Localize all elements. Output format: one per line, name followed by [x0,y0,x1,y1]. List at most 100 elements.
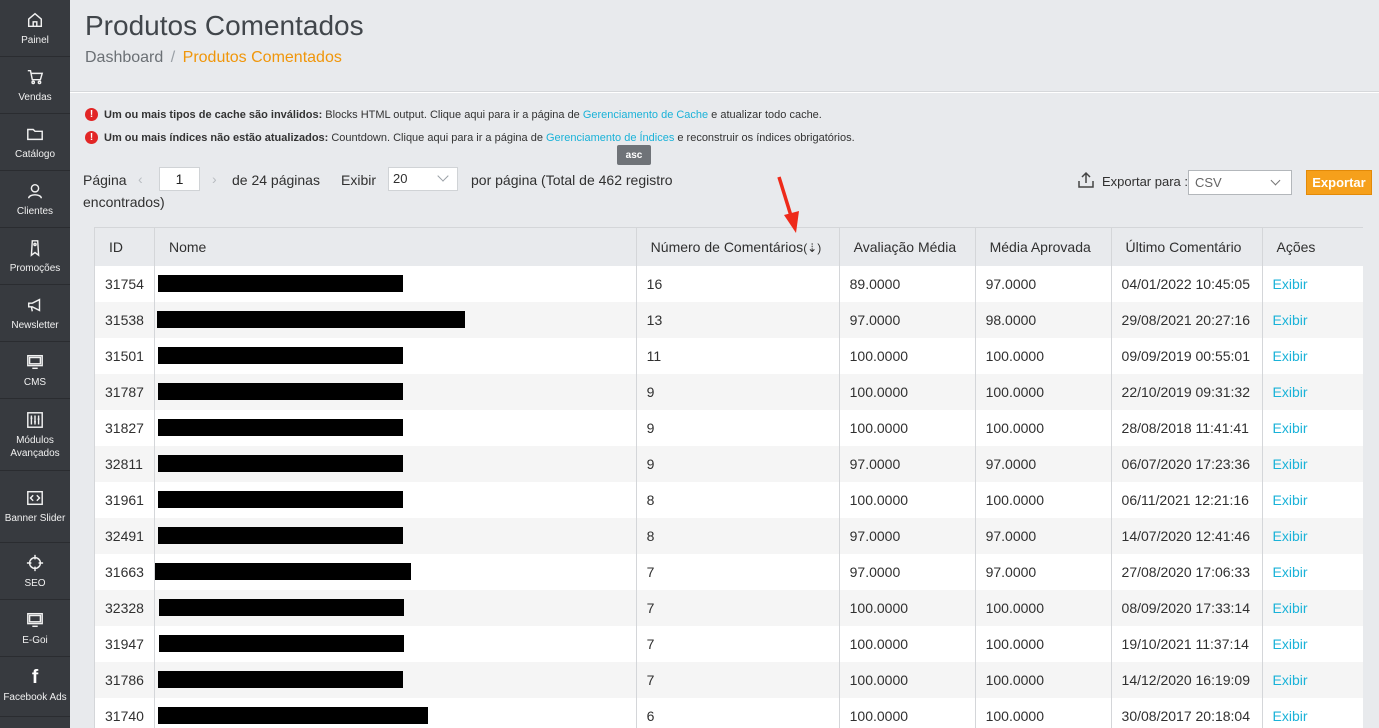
export-button[interactable]: Exportar [1306,170,1372,195]
redacted-name [158,599,404,617]
view-link[interactable]: Exibir [1261,301,1363,338]
code-icon [25,488,45,508]
view-link[interactable]: Exibir [1261,589,1363,626]
cell-approved: 100.0000 [974,481,1112,518]
cell-avg: 100.0000 [838,373,976,410]
cell-comments: 13 [635,301,840,338]
monitor-icon [25,610,45,630]
monitor-icon [25,352,45,372]
view-link[interactable]: Exibir [1261,265,1363,302]
next-page-icon[interactable]: › [212,171,217,187]
cell-last: 22/10/2019 09:31:32 [1110,373,1263,410]
sidebar-item-modulos-avancados[interactable]: Módulos Avançados [0,399,70,471]
cell-avg: 97.0000 [838,517,976,554]
sidebar-item-e-goi[interactable]: E-Goi [0,600,70,657]
column-header-id[interactable]: ID [94,227,155,266]
sidebar-item-facebook-ads[interactable]: f Facebook Ads [0,657,70,717]
sliders-icon [25,410,45,430]
sidebar-item-banner-slider[interactable]: Banner Slider [0,471,70,543]
cell-name [153,625,637,662]
show-label: Exibir [341,172,377,188]
sidebar-item-promocoes[interactable]: Promoções [0,228,70,285]
message-tail: e reconstruir os índices obrigatórios. [677,131,855,144]
cell-last: 29/08/2021 20:27:16 [1110,301,1263,338]
cell-comments: 7 [635,553,840,590]
cell-approved: 100.0000 [974,409,1112,446]
column-header-avg-rating[interactable]: Avaliação Média [838,227,976,266]
sidebar-item-cms[interactable]: CMS [0,342,70,399]
prev-page-icon[interactable]: ‹ [138,171,143,187]
cell-name [153,553,637,590]
page-number-input[interactable] [159,167,200,191]
sidebar-item-newsletter[interactable]: Newsletter [0,285,70,342]
breadcrumb: Dashboard / Produtos Comentados [85,49,342,67]
index-warning-message: ! Um ou mais índices não estão atualizad… [85,131,855,144]
view-link[interactable]: Exibir [1261,661,1363,698]
breadcrumb-dashboard-link[interactable]: Dashboard [85,49,163,66]
view-link[interactable]: Exibir [1261,697,1363,728]
breadcrumb-separator: / [170,49,176,66]
redacted-name [157,707,428,725]
cell-id: 31827 [94,409,155,446]
cell-id: 32328 [94,589,155,626]
sidebar-item-catalogo[interactable]: Catálogo [0,114,70,171]
column-header-comments[interactable]: Número de Comentários(⇣) [635,227,840,266]
cell-name [153,517,637,554]
cell-approved: 98.0000 [974,301,1112,338]
found-text: encontrados) [83,194,165,210]
cell-name [153,481,637,518]
cell-comments: 9 [635,373,840,410]
view-link[interactable]: Exibir [1261,337,1363,374]
table-row: 31501 11 100.0000 100.0000 09/09/2019 00… [94,337,1363,374]
cell-id: 31947 [94,625,155,662]
page-header: Produtos Comentados Dashboard / Produtos… [70,0,1379,92]
sidebar-item-vendas[interactable]: Vendas [0,57,70,114]
view-link[interactable]: Exibir [1261,445,1363,482]
column-header-name[interactable]: Nome [153,227,637,266]
cell-comments: 11 [635,337,840,374]
cell-name [153,265,637,302]
table-row: 31538 13 97.0000 98.0000 29/08/2021 20:2… [94,301,1363,338]
cell-avg: 97.0000 [838,301,976,338]
index-management-link[interactable]: Gerenciamento de Índices [546,132,674,144]
cell-comments: 16 [635,265,840,302]
sidebar-item-label: Facebook Ads [3,692,67,703]
sidebar-item-label: Catálogo [14,148,56,160]
message-text: Countdown. Clique aqui para ir a página … [331,131,543,144]
cell-id: 31786 [94,661,155,698]
user-icon [25,181,45,201]
view-link[interactable]: Exibir [1261,373,1363,410]
sidebar-item-label: SEO [24,577,46,589]
sidebar-item-seo[interactable]: SEO [0,543,70,600]
cell-comments: 6 [635,697,840,728]
cell-avg: 100.0000 [838,661,976,698]
view-link[interactable]: Exibir [1261,517,1363,554]
view-link[interactable]: Exibir [1261,481,1363,518]
cell-last: 09/09/2019 00:55:01 [1110,337,1263,374]
sidebar-item-painel[interactable]: Painel [0,0,70,57]
view-link[interactable]: Exibir [1261,625,1363,662]
table-row: 32328 7 100.0000 100.0000 08/09/2020 17:… [94,589,1363,626]
cell-approved: 97.0000 [974,265,1112,302]
column-header-last-comment[interactable]: Último Comentário [1110,227,1263,266]
export-format-select[interactable]: CSV [1188,170,1292,195]
cell-avg: 100.0000 [838,337,976,374]
cell-id: 31663 [94,553,155,590]
cell-name [153,589,637,626]
cell-id: 31538 [94,301,155,338]
sidebar-item-clientes[interactable]: Clientes [0,171,70,228]
view-link[interactable]: Exibir [1261,553,1363,590]
cell-avg: 100.0000 [838,697,976,728]
page-label: Página [83,172,127,188]
redacted-name [157,455,403,473]
cell-approved: 100.0000 [974,589,1112,626]
view-link[interactable]: Exibir [1261,409,1363,446]
per-page-select[interactable]: 20 [388,167,458,191]
cell-last: 04/01/2022 10:45:05 [1110,265,1263,302]
cell-name [153,301,637,338]
column-header-approved-avg[interactable]: Média Aprovada [974,227,1112,266]
cache-management-link[interactable]: Gerenciamento de Cache [583,109,708,121]
cell-id: 31501 [94,337,155,374]
upload-icon [1076,170,1096,190]
redacted-name [156,311,465,329]
